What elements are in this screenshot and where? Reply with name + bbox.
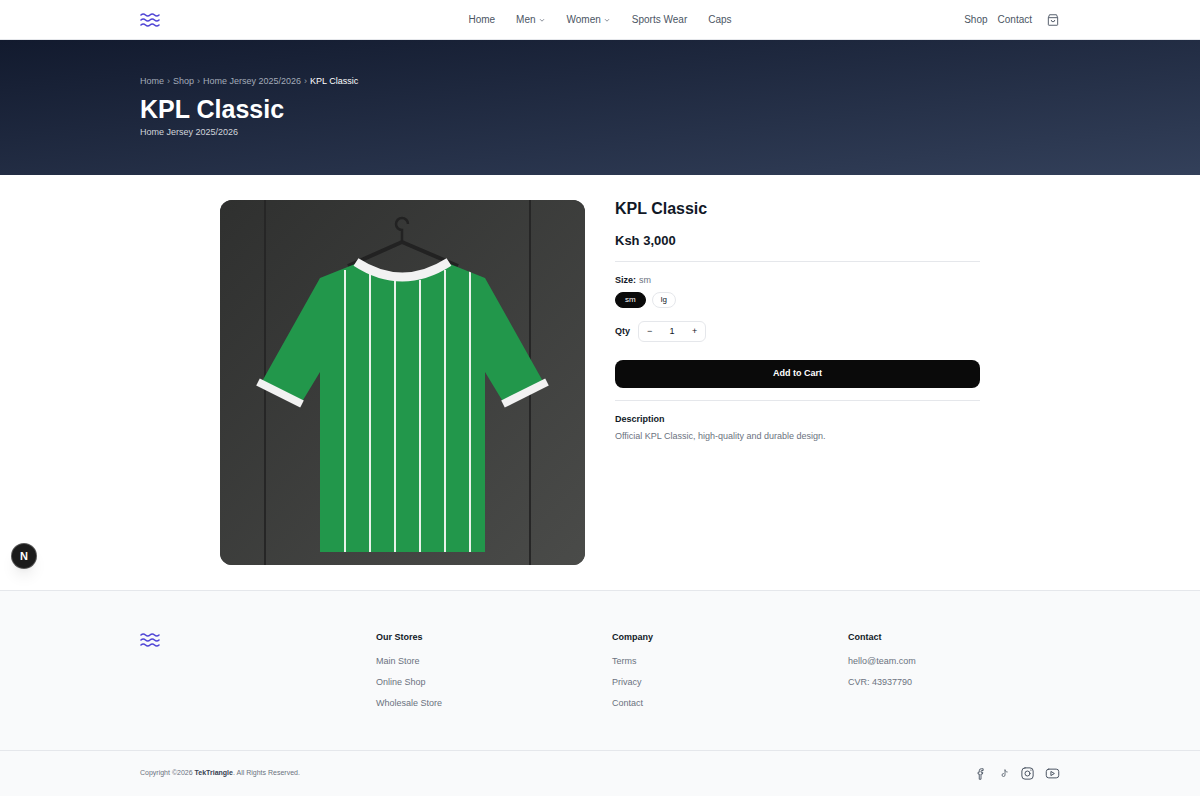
size-option[interactable]: sm bbox=[615, 292, 646, 308]
copyright-text: . All Rights Reserved. bbox=[233, 769, 300, 776]
size-value: sm bbox=[639, 274, 651, 286]
footer-link[interactable]: CVR: 43937790 bbox=[848, 676, 1060, 688]
footer-heading: Contact bbox=[848, 631, 1060, 643]
footer-links: hello@team.com CVR: 43937790 bbox=[848, 655, 1060, 688]
logo-icon[interactable] bbox=[140, 12, 160, 28]
footer-bottom: Copyright ©2026 TekTriangle. All Rights … bbox=[0, 750, 1200, 796]
site-footer: Our Stores Main Store Online Shop Wholesale… bbox=[0, 590, 1200, 796]
divider bbox=[615, 400, 980, 401]
nav-link-label: Women bbox=[567, 13, 601, 27]
footer-links: Main Store Online Shop Wholesale Store bbox=[376, 655, 588, 709]
footer-link[interactable]: hello@team.com bbox=[848, 655, 1060, 667]
decrease-button[interactable]: − bbox=[639, 322, 660, 341]
quantity-stepper: −1+ bbox=[638, 321, 706, 342]
increase-button[interactable]: + bbox=[684, 322, 705, 341]
page-hero: Home›Shop›Home Jersey 2025/2026›KPL Clas… bbox=[0, 40, 1200, 175]
breadcrumb-item[interactable]: Shop bbox=[173, 75, 194, 87]
nav-link[interactable]: Women bbox=[567, 13, 611, 27]
cart-button[interactable] bbox=[1046, 13, 1060, 27]
footer-link[interactable]: Contact bbox=[612, 697, 824, 709]
product-price: Ksh 3,000 bbox=[615, 232, 980, 250]
description-text: Official KPL Classic, high-quality and d… bbox=[615, 430, 980, 442]
size-options: smlg bbox=[615, 292, 980, 308]
nav-link-label: Sports Wear bbox=[632, 13, 687, 27]
footer-links: Terms Privacy Contact bbox=[612, 655, 824, 709]
footer-link[interactable]: Wholesale Store bbox=[376, 697, 588, 709]
product-grid: KPL ClassicKsh 3,000Size:smsmlgQty−1+Add… bbox=[220, 200, 980, 565]
instagram-icon bbox=[1020, 766, 1035, 781]
cart-icon bbox=[1046, 13, 1060, 27]
product-title: KPL Classic bbox=[615, 200, 980, 218]
header-link[interactable]: Contact bbox=[998, 13, 1032, 27]
footer-bottom-inner: Copyright ©2026 TekTriangle. All Rights … bbox=[140, 751, 1060, 796]
product-image bbox=[220, 200, 585, 565]
footer-link[interactable]: Privacy bbox=[612, 676, 824, 688]
chevron-down-icon bbox=[538, 16, 546, 24]
description-heading: Description bbox=[615, 413, 980, 425]
breadcrumb-separator: › bbox=[167, 75, 170, 87]
chevron-down-icon bbox=[603, 16, 611, 24]
nav-link[interactable]: Caps bbox=[708, 13, 731, 27]
nav-link-label: Home bbox=[468, 13, 495, 27]
footer-link[interactable]: Terms bbox=[612, 655, 824, 667]
size-label-row: Size:sm bbox=[615, 274, 980, 286]
nav-link-label: Men bbox=[516, 13, 535, 27]
logo-icon[interactable] bbox=[140, 632, 160, 648]
main-nav: Home Men Women Sports Wear Caps bbox=[468, 13, 731, 27]
header-inner: Home Men Women Sports Wear Caps Shop Contact bbox=[140, 0, 1060, 39]
quantity-label: Qty bbox=[615, 325, 630, 339]
footer-heading: Our Stores bbox=[376, 631, 588, 643]
breadcrumb-separator: › bbox=[304, 75, 307, 87]
nav-link[interactable]: Men bbox=[516, 13, 545, 27]
facebook-icon bbox=[974, 767, 988, 781]
breadcrumb-item[interactable]: Home bbox=[140, 75, 164, 87]
hero-inner: Home›Shop›Home Jersey 2025/2026›KPL Clas… bbox=[140, 40, 1060, 138]
nav-link[interactable]: Sports Wear bbox=[632, 13, 687, 27]
footer-link[interactable]: Main Store bbox=[376, 655, 588, 667]
jersey-photo bbox=[220, 200, 585, 565]
footer-heading: Company bbox=[612, 631, 824, 643]
breadcrumb-item[interactable]: KPL Classic bbox=[310, 75, 358, 87]
tiktok-icon bbox=[998, 768, 1010, 780]
footer-column: Contact hello@team.com CVR: 43937790 bbox=[848, 631, 1060, 709]
footer-logo[interactable] bbox=[140, 631, 352, 709]
hero-subtitle: Home Jersey 2025/2026 bbox=[140, 126, 1060, 138]
breadcrumb-separator: › bbox=[197, 75, 200, 87]
nav-link[interactable]: Home bbox=[468, 13, 495, 27]
product-section: KPL ClassicKsh 3,000Size:smsmlgQty−1+Add… bbox=[0, 175, 1200, 590]
divider bbox=[615, 261, 980, 262]
dev-indicator[interactable]: N bbox=[12, 544, 36, 568]
nav-link-label: Caps bbox=[708, 13, 731, 27]
footer-columns: Our Stores Main Store Online Shop Wholesale… bbox=[140, 591, 1060, 750]
breadcrumb-item[interactable]: Home Jersey 2025/2026 bbox=[203, 75, 301, 87]
site-header: Home Men Women Sports Wear Caps Shop Contact bbox=[0, 0, 1200, 40]
header-link[interactable]: Shop bbox=[964, 13, 987, 27]
add-to-cart-button[interactable]: Add to Cart bbox=[615, 360, 980, 388]
copyright-text: Copyright ©2026 bbox=[140, 769, 195, 776]
hero-title: KPL Classic bbox=[140, 93, 1060, 125]
youtube-icon bbox=[1045, 766, 1060, 781]
size-label: Size: bbox=[615, 274, 636, 286]
footer-column: Company Terms Privacy Contact bbox=[612, 631, 824, 709]
quantity-value[interactable]: 1 bbox=[660, 325, 684, 339]
social-links bbox=[974, 766, 1060, 781]
logo-link[interactable] bbox=[140, 12, 468, 28]
quantity-row: Qty−1+ bbox=[615, 321, 980, 342]
breadcrumb: Home›Shop›Home Jersey 2025/2026›KPL Clas… bbox=[140, 75, 1060, 87]
product-info: KPL ClassicKsh 3,000Size:smsmlgQty−1+Add… bbox=[615, 200, 980, 565]
social-link[interactable] bbox=[974, 767, 988, 781]
social-link[interactable] bbox=[1045, 766, 1060, 781]
header-actions: Shop Contact bbox=[732, 13, 1060, 27]
copyright-brand: TekTriangle bbox=[195, 769, 233, 776]
footer-column: Our Stores Main Store Online Shop Wholesale… bbox=[376, 631, 588, 709]
social-link[interactable] bbox=[1020, 766, 1035, 781]
footer-link[interactable]: Online Shop bbox=[376, 676, 588, 688]
copyright: Copyright ©2026 TekTriangle. All Rights … bbox=[140, 768, 300, 779]
size-option[interactable]: lg bbox=[652, 292, 676, 308]
social-link[interactable] bbox=[998, 768, 1010, 780]
